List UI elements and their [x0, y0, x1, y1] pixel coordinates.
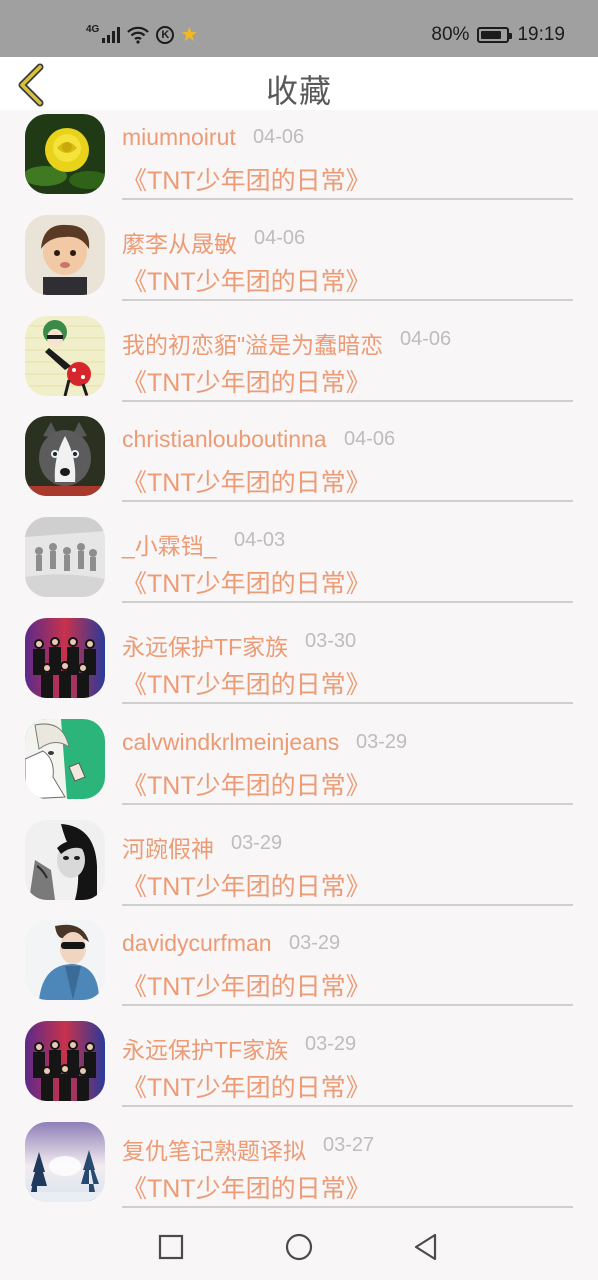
avatar-image [25, 920, 105, 1001]
avatar-image [25, 517, 105, 598]
avatar-image [25, 617, 105, 698]
list-item[interactable]: 我的初恋貊"溢是为蠢暗恋 04-06 《TNT少年团的日常》 [0, 312, 598, 413]
network-type-label: 4G [86, 23, 100, 35]
avatar[interactable] [25, 416, 105, 497]
divider [122, 298, 573, 301]
list-item[interactable]: christianlouboutinna 04-06 《TNT少年团的日常》 [0, 412, 598, 513]
status-left-icons: 4G K ★ [86, 22, 198, 48]
user-name[interactable]: christianlouboutinna [122, 426, 327, 453]
avatar-image [25, 718, 105, 799]
divider [122, 701, 573, 704]
avatar-image [25, 315, 105, 396]
divider [122, 1205, 573, 1208]
user-name[interactable]: _小霖铛_ [122, 527, 217, 561]
book-title[interactable]: 《TNT少年团的日常》 [122, 463, 371, 499]
item-date: 03-29 [289, 932, 341, 955]
avatar-image [25, 1121, 105, 1202]
user-name[interactable]: 永远保护TF家族 [122, 1031, 288, 1065]
user-name[interactable]: 我的初恋貊"溢是为蠢暗恋 [122, 326, 383, 360]
avatar[interactable] [25, 819, 105, 900]
divider [122, 802, 573, 805]
list-item[interactable]: 复仇笔记熟题译拟 03-27 《TNT少年团的日常》 [0, 1118, 598, 1214]
status-right: 80% 19:19 [431, 22, 565, 48]
divider [122, 1105, 573, 1108]
user-name[interactable]: 复仇笔记熟题译拟 [122, 1132, 306, 1166]
user-name[interactable]: 永远保护TF家族 [122, 628, 288, 662]
avatar[interactable] [25, 617, 105, 698]
battery-icon [477, 27, 513, 43]
item-date: 04-06 [400, 327, 452, 350]
signal-icon [102, 27, 121, 43]
list-item[interactable]: 永远保护TF家族 03-29 《TNT少年团的日常》 [0, 1017, 598, 1118]
status-bar: 4G K ★ 80% 19:19 [0, 0, 598, 57]
divider [122, 399, 573, 402]
home-button[interactable] [283, 1231, 315, 1263]
avatar-image [25, 416, 105, 497]
item-date: 04-06 [344, 428, 396, 451]
user-name[interactable]: miumnoirut [122, 124, 236, 151]
user-name[interactable]: 河踠假神 [122, 830, 214, 864]
book-title[interactable]: 《TNT少年团的日常》 [122, 161, 371, 197]
item-date: 03-27 [323, 1133, 375, 1156]
book-title[interactable]: 《TNT少年团的日常》 [122, 665, 371, 701]
avatar-image [25, 214, 105, 295]
user-name[interactable]: davidycurfman [122, 930, 272, 957]
list-item[interactable]: _小霖铛_ 04-03 《TNT少年团的日常》 [0, 513, 598, 614]
recent-apps-button[interactable] [155, 1231, 187, 1263]
book-title[interactable]: 《TNT少年团的日常》 [122, 766, 371, 802]
divider [122, 198, 573, 200]
navigation-bar [0, 1214, 598, 1280]
home-icon [285, 1233, 313, 1261]
item-date: 04-03 [234, 529, 286, 552]
avatar[interactable] [25, 920, 105, 1001]
clock: 19:19 [517, 24, 565, 45]
item-date: 03-29 [231, 831, 283, 854]
page-title: 收藏 [265, 73, 332, 109]
user-name[interactable]: calvwindkrlmeinjeans [122, 729, 339, 756]
avatar[interactable] [25, 718, 105, 799]
avatar[interactable] [25, 1021, 105, 1102]
avatar-image [25, 819, 105, 900]
book-title[interactable]: 《TNT少年团的日常》 [122, 1169, 371, 1205]
k-app-icon: K [156, 26, 175, 44]
list-item[interactable]: 縻李从晟敏 04-06 《TNT少年团的日常》 [0, 211, 598, 312]
book-title[interactable]: 《TNT少年团的日常》 [122, 967, 371, 1003]
back-triangle-icon [414, 1233, 437, 1261]
app-header: 收藏 [0, 57, 598, 110]
avatar[interactable] [25, 315, 105, 396]
divider [122, 903, 573, 906]
avatar-image [25, 114, 105, 194]
avatar[interactable] [25, 114, 105, 194]
item-date: 03-29 [305, 1033, 357, 1056]
favorites-list[interactable]: miumnoirut 04-06 《TNT少年团的日常》 縻李从晟敏 04-06 《TNT… [0, 110, 598, 1214]
recent-apps-icon [158, 1234, 184, 1260]
item-date: 04-06 [254, 226, 306, 249]
avatar[interactable] [25, 1121, 105, 1202]
book-title[interactable]: 《TNT少年团的日常》 [122, 363, 371, 399]
user-name[interactable]: 縻李从晟敏 [122, 225, 237, 259]
battery-percent: 80% [431, 24, 470, 45]
book-title[interactable]: 《TNT少年团的日常》 [122, 564, 371, 600]
book-title[interactable]: 《TNT少年团的日常》 [122, 1068, 371, 1104]
item-date: 04-06 [253, 126, 305, 148]
avatar[interactable] [25, 214, 105, 295]
book-title[interactable]: 《TNT少年团的日常》 [122, 867, 371, 903]
list-item[interactable]: calvwindkrlmeinjeans 03-29 《TNT少年团的日常》 [0, 715, 598, 816]
nav-back-button[interactable] [410, 1231, 442, 1263]
avatar[interactable] [25, 517, 105, 598]
star-app-icon: ★ [180, 24, 199, 46]
book-title[interactable]: 《TNT少年团的日常》 [122, 262, 371, 298]
divider [122, 500, 573, 503]
list-item[interactable]: 河踠假神 03-29 《TNT少年团的日常》 [0, 816, 598, 917]
item-date: 03-29 [356, 730, 408, 753]
list-item[interactable]: davidycurfman 03-29 《TNT少年团的日常》 [0, 916, 598, 1017]
avatar-image [25, 1021, 105, 1102]
list-item[interactable]: miumnoirut 04-06 《TNT少年团的日常》 [0, 110, 598, 211]
list-item[interactable]: 永远保护TF家族 03-30 《TNT少年团的日常》 [0, 614, 598, 715]
divider [122, 601, 573, 604]
divider [122, 1004, 573, 1007]
wifi-icon [127, 26, 150, 44]
item-date: 03-30 [305, 629, 357, 652]
